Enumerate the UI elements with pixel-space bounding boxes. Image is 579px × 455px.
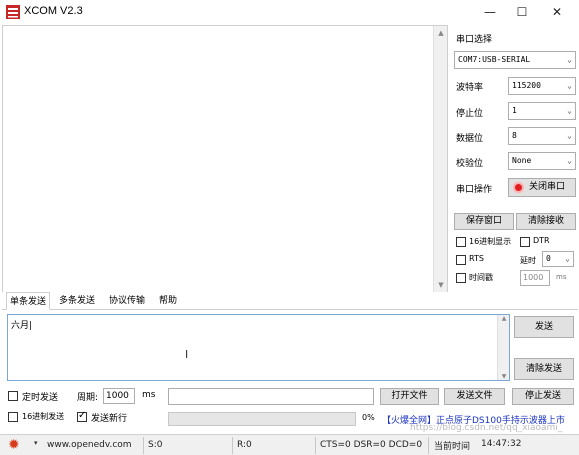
sent-count: S:0	[145, 437, 233, 454]
status-bar: ✹ ▾ www.openedv.com S:0 R:0 CTS=0 DSR=0 …	[0, 423, 579, 455]
period-label: 周期:	[77, 393, 99, 403]
stopbits-select[interactable]: 1 ⌄	[508, 102, 576, 120]
parity-label: 校验位	[456, 159, 484, 169]
open-file-button[interactable]: 打开文件	[380, 388, 439, 405]
app-logo-icon	[6, 5, 20, 19]
period-input[interactable]: 1000	[103, 388, 135, 404]
text-cursor-icon: I	[185, 348, 189, 361]
title-bar: XCOM V2.3 — ☐ ✕	[0, 0, 579, 24]
delay-value: 0	[546, 254, 551, 263]
stopbits-label: 停止位	[456, 109, 484, 119]
send-button[interactable]: 发送	[514, 316, 574, 338]
databits-label: 数据位	[456, 134, 484, 144]
port-select[interactable]: COM7:USB-SERIAL ⌄	[454, 51, 576, 69]
scroll-up-icon[interactable]: ▲	[498, 315, 510, 322]
settings-gear-icon[interactable]: ✹	[8, 437, 24, 454]
tab-multi-send[interactable]: 多条发送	[56, 292, 98, 310]
save-window-button[interactable]: 保存窗口	[454, 213, 514, 230]
baud-select[interactable]: 115200 ⌄	[508, 77, 576, 95]
delay-select[interactable]: 0 ⌄	[542, 251, 574, 267]
scroll-down-icon[interactable]: ▼	[498, 373, 510, 380]
timed-send-label: 定时发送	[22, 393, 59, 403]
chevron-down-icon: ⌄	[567, 106, 572, 115]
watermark-text: https://blog.csdn.net/qq_xiaoami_	[410, 423, 563, 433]
receive-textarea[interactable]: ▲ ▼	[2, 25, 448, 293]
parity-select[interactable]: None ⌄	[508, 152, 576, 170]
minimize-button[interactable]: —	[475, 2, 505, 22]
chevron-down-icon: ⌄	[567, 156, 572, 165]
website-link[interactable]: www.openedv.com	[44, 437, 144, 454]
baud-label: 波特率	[456, 83, 484, 93]
receive-scrollbar[interactable]: ▲ ▼	[433, 26, 447, 292]
scroll-up-icon[interactable]: ▲	[434, 26, 448, 40]
close-port-button[interactable]: 关闭串口	[508, 178, 576, 197]
send-text: 六月|	[11, 321, 33, 331]
clear-receive-button[interactable]: 清除接收	[516, 213, 576, 230]
timestamp-unit: ms	[556, 273, 567, 281]
parity-value: None	[512, 156, 532, 165]
stop-send-button[interactable]: 停止发送	[512, 388, 574, 405]
databits-select[interactable]: 8 ⌄	[508, 127, 576, 145]
tab-single-send[interactable]: 单条发送	[6, 292, 51, 310]
scroll-down-icon[interactable]: ▼	[434, 278, 448, 292]
hex-display-label: 16进制显示	[469, 237, 512, 246]
current-time-label: 当前时间	[434, 442, 471, 452]
port-status-icon	[513, 182, 524, 193]
tab-protocol[interactable]: 协议传输	[106, 292, 148, 310]
timestamp-input[interactable]: 1000	[520, 270, 550, 286]
file-path-input[interactable]	[168, 388, 374, 405]
dtr-label: DTR	[533, 236, 550, 245]
close-button[interactable]: ✕	[542, 2, 572, 22]
send-newline-checkbox[interactable]	[77, 410, 87, 422]
chevron-down-icon: ⌄	[567, 81, 572, 90]
timestamp-label: 时间戳	[469, 273, 493, 282]
hex-display-checkbox[interactable]	[456, 237, 466, 247]
timestamp-checkbox[interactable]	[456, 273, 466, 283]
rts-checkbox[interactable]	[456, 255, 466, 265]
timed-send-checkbox[interactable]	[8, 391, 18, 401]
send-newline-label: 发送新行	[91, 414, 128, 424]
databits-value: 8	[512, 131, 517, 140]
progress-percent: 0%	[362, 413, 375, 422]
rts-label: RTS	[469, 254, 484, 263]
line-status: CTS=0 DSR=0 DCD=0	[317, 437, 429, 454]
hex-send-checkbox[interactable]	[8, 412, 18, 422]
window-title: XCOM V2.3	[24, 5, 83, 17]
send-file-button[interactable]: 发送文件	[444, 388, 505, 405]
port-op-label: 串口操作	[456, 185, 493, 195]
send-progress-bar	[168, 412, 356, 426]
stopbits-value: 1	[512, 106, 517, 115]
port-select-label: 串口选择	[456, 35, 493, 45]
port-select-value: COM7:USB-SERIAL	[458, 55, 531, 64]
received-count: R:0	[234, 437, 316, 454]
clear-send-button[interactable]: 清除发送	[514, 358, 574, 380]
close-port-label: 关闭串口	[529, 182, 566, 192]
delay-label: 延时	[520, 256, 536, 265]
baud-value: 115200	[512, 81, 541, 90]
dtr-checkbox[interactable]	[520, 237, 530, 247]
chevron-down-icon: ⌄	[565, 254, 570, 263]
send-tabs: 单条发送 多条发送 协议传输 帮助	[2, 292, 578, 310]
chevron-down-icon: ⌄	[567, 55, 572, 64]
current-time-value: 14:47:32	[481, 439, 522, 449]
tab-help[interactable]: 帮助	[156, 292, 180, 310]
chevron-down-icon: ⌄	[567, 131, 572, 140]
period-unit: ms	[142, 390, 156, 400]
maximize-button[interactable]: ☐	[507, 2, 537, 22]
hex-send-label: 16进制发送	[22, 412, 65, 421]
gear-dropdown-icon[interactable]: ▾	[34, 439, 38, 447]
send-textarea[interactable]: 六月| ▲ ▼ I	[7, 314, 510, 381]
send-scrollbar[interactable]: ▲ ▼	[497, 315, 509, 380]
